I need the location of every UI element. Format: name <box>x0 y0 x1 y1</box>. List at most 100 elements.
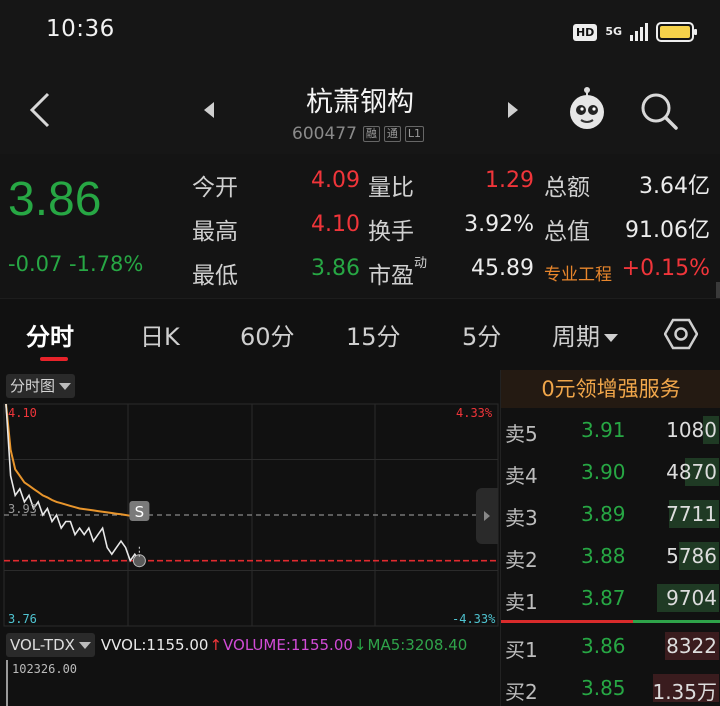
status-time: 10:36 <box>46 16 115 42</box>
chart-top-percent: 4.33% <box>456 406 493 420</box>
last-price: 3.86 <box>8 173 102 226</box>
battery-icon <box>656 22 697 42</box>
volume-ratio-label: 量比 <box>368 175 414 201</box>
bid-row[interactable]: 买1 3.86 8322 <box>501 626 720 666</box>
ask-price: 3.90 <box>581 460 626 484</box>
ask-volume: 9704 <box>666 586 717 610</box>
open-value: 4.09 <box>311 168 360 193</box>
volume-value: VOLUME:1155.00 <box>223 636 353 654</box>
chevron-down-icon <box>604 334 618 342</box>
price-change: -0.07 -1.78% <box>8 252 143 276</box>
ask-price: 3.89 <box>581 502 626 526</box>
quote-summary: 3.86 -0.07 -1.78% 今开 4.09 量比 1.29 总额 3.6… <box>0 154 720 304</box>
stock-code-row: 600477 融 通 L1 <box>292 124 425 144</box>
price-change-percent: -1.78% <box>69 252 144 276</box>
status-icons: HD 5G <box>572 20 697 44</box>
connect-tag: 通 <box>383 126 401 142</box>
sector-change-value: +0.15% <box>621 256 710 281</box>
next-stock-icon[interactable] <box>506 100 520 120</box>
order-book: 0元领增强服务 卖5 3.91 1080 卖4 3.90 4870 卖3 3.8… <box>500 370 720 706</box>
chart-mid-price: 3.93 <box>8 502 37 516</box>
price-change-amount: -0.07 <box>8 252 63 276</box>
market-cap-label: 总值 <box>544 219 590 245</box>
ask-label: 卖3 <box>505 506 538 530</box>
ask-label: 卖5 <box>505 422 538 446</box>
volume-indicator-select[interactable]: VOL-TDX <box>6 633 95 657</box>
ask-price: 3.88 <box>581 544 626 568</box>
high-value: 4.10 <box>311 212 360 237</box>
signal-icon <box>630 23 648 41</box>
ask-row[interactable]: 卖1 3.87 9704 <box>501 578 720 618</box>
open-label: 今开 <box>192 175 238 201</box>
tab-daily-k[interactable]: 日K <box>140 317 180 352</box>
bid-price: 3.85 <box>581 676 626 700</box>
volume-max-label: 102326.00 <box>12 662 78 676</box>
tab-15min[interactable]: 15分 <box>346 317 401 352</box>
chart-period-tabs: 分时 日K 60分 15分 5分 周期 <box>0 298 720 370</box>
tab-60min[interactable]: 60分 <box>240 317 295 352</box>
bid-row[interactable]: 买2 3.85 1.35万 <box>501 668 720 706</box>
ask-row[interactable]: 卖4 3.90 4870 <box>501 452 720 492</box>
bid-label: 买2 <box>505 680 538 704</box>
turnover-rate-label: 换手 <box>368 219 414 245</box>
ask-row[interactable]: 卖3 3.89 7711 <box>501 494 720 534</box>
tab-5min[interactable]: 5分 <box>462 317 501 352</box>
chevron-right-icon <box>484 511 490 521</box>
stock-code: 600477 <box>292 124 357 144</box>
level-tag: L1 <box>404 126 425 142</box>
stock-header: 杭萧钢构 600477 融 通 L1 <box>0 66 720 154</box>
expand-panel-handle[interactable] <box>476 488 498 544</box>
high-label: 最高 <box>192 219 238 245</box>
sell-signal-label: S <box>135 503 145 521</box>
ask-volume: 1080 <box>666 418 717 442</box>
down-arrow-icon: ↓ <box>353 636 367 654</box>
search-icon[interactable] <box>638 90 680 132</box>
bid-label: 买1 <box>505 638 538 662</box>
volume-indicator-row: VOL-TDX VVOL:1155.00 ↑ VOLUME:1155.00 ↓ … <box>0 632 500 658</box>
ask-label: 卖1 <box>505 590 538 614</box>
turnover-amount-label: 总额 <box>544 175 590 201</box>
intraday-chart[interactable]: 分时图 S 4.10 4.33% 3.93 3.76 -4.33% VOL-TD… <box>0 370 500 706</box>
market-cap-value: 91.06亿 <box>625 218 710 243</box>
up-arrow-icon: ↑ <box>209 636 223 654</box>
hd-icon: HD <box>572 23 598 41</box>
pe-dynamic-mark: 动 <box>414 256 428 271</box>
tab-period-label: 周期 <box>552 323 600 351</box>
turnover-rate-value: 3.92% <box>464 212 534 237</box>
turnover-amount-value: 3.64亿 <box>639 174 710 199</box>
margin-tag: 融 <box>362 126 380 142</box>
tab-intraday[interactable]: 分时 <box>26 317 74 352</box>
ask-volume: 4870 <box>666 460 717 484</box>
low-label: 最低 <box>192 263 238 289</box>
promo-banner[interactable]: 0元领增强服务 <box>501 370 720 408</box>
ask-price: 3.87 <box>581 586 626 610</box>
ask-label: 卖2 <box>505 548 538 572</box>
pe-label: 市盈动 <box>368 256 427 290</box>
volume-bar <box>6 660 8 706</box>
ask-volume: 7711 <box>666 502 717 526</box>
ma5-value: MA5:3208.40 <box>367 636 468 654</box>
volume-ratio-value: 1.29 <box>485 168 534 193</box>
stock-name: 杭萧钢构 <box>306 87 414 118</box>
chart-top-price: 4.10 <box>8 406 37 420</box>
status-bar: 10:36 HD 5G <box>0 0 720 66</box>
ask-row[interactable]: 卖2 3.88 5786 <box>501 536 720 576</box>
volume-indicator-label: VOL-TDX <box>10 636 75 654</box>
pe-value: 45.89 <box>471 256 534 281</box>
chart-settings-icon[interactable] <box>664 317 698 351</box>
tab-period-dropdown[interactable]: 周期 <box>552 317 618 352</box>
low-value: 3.86 <box>311 256 360 281</box>
ask-row[interactable]: 卖5 3.91 1080 <box>501 410 720 450</box>
bid-ask-separator <box>501 620 720 623</box>
bid-volume: 8322 <box>666 634 717 658</box>
sector-link[interactable]: 专业工程 <box>544 260 612 285</box>
active-tab-indicator <box>40 357 68 361</box>
chart-bottom-price: 3.76 <box>8 612 37 626</box>
vvol-value: VVOL:1155.00 <box>100 636 209 654</box>
ask-label: 卖4 <box>505 464 538 488</box>
mascot-assistant-icon[interactable] <box>566 86 608 132</box>
pe-label-text: 市盈 <box>368 263 414 289</box>
bid-price: 3.86 <box>581 634 626 658</box>
bid-volume: 1.35万 <box>652 680 717 704</box>
chart-bottom-percent: -4.33% <box>452 612 496 626</box>
